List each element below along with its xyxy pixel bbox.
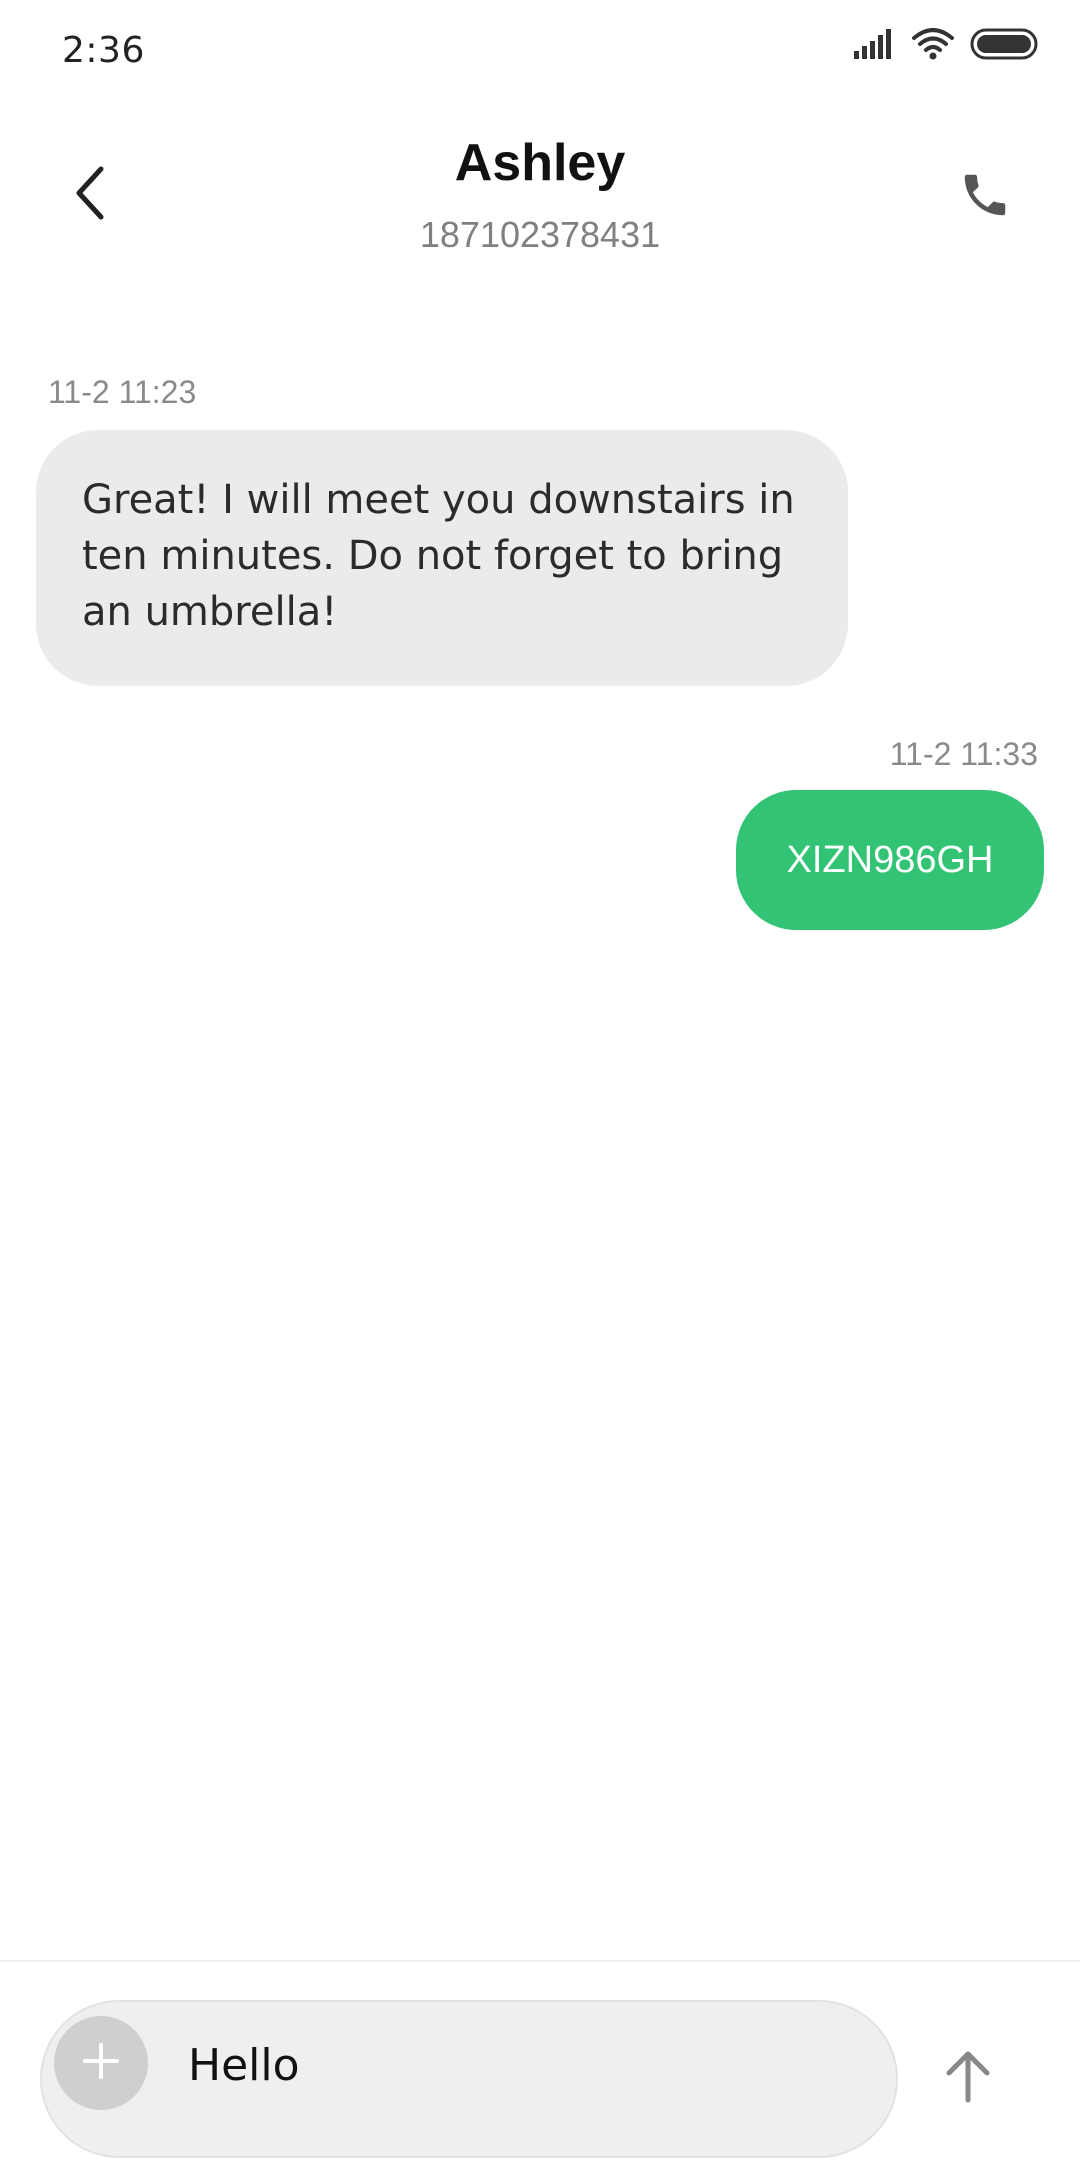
arrow-up-icon [943, 2048, 993, 2108]
send-button[interactable] [918, 2028, 1018, 2128]
attach-button[interactable] [54, 2016, 148, 2110]
phone-icon [958, 168, 1012, 226]
incoming-message-bubble[interactable]: Great! I will meet you downstairs in ten… [36, 430, 848, 686]
plus-icon [79, 2039, 123, 2087]
battery-icon [970, 28, 1038, 64]
message-timestamp: 11-2 11:23 [48, 374, 197, 410]
message-composer [40, 2000, 898, 2158]
message-timestamp: 11-2 11:33 [889, 736, 1038, 772]
conversation-header: Ashley 187102378431 [0, 100, 1080, 290]
status-bar: 2:36 [0, 0, 1080, 100]
signal-icon [854, 29, 896, 63]
message-input[interactable] [188, 2030, 848, 2100]
contact-name: Ashley [454, 134, 626, 192]
status-time: 2:36 [62, 30, 145, 71]
call-button[interactable] [950, 162, 1020, 232]
status-icons [854, 28, 1038, 64]
outgoing-message-bubble[interactable]: XIZN986GH [736, 790, 1044, 930]
contact-number: 187102378431 [419, 214, 661, 255]
composer-divider [0, 1960, 1080, 1962]
wifi-icon [912, 28, 954, 64]
